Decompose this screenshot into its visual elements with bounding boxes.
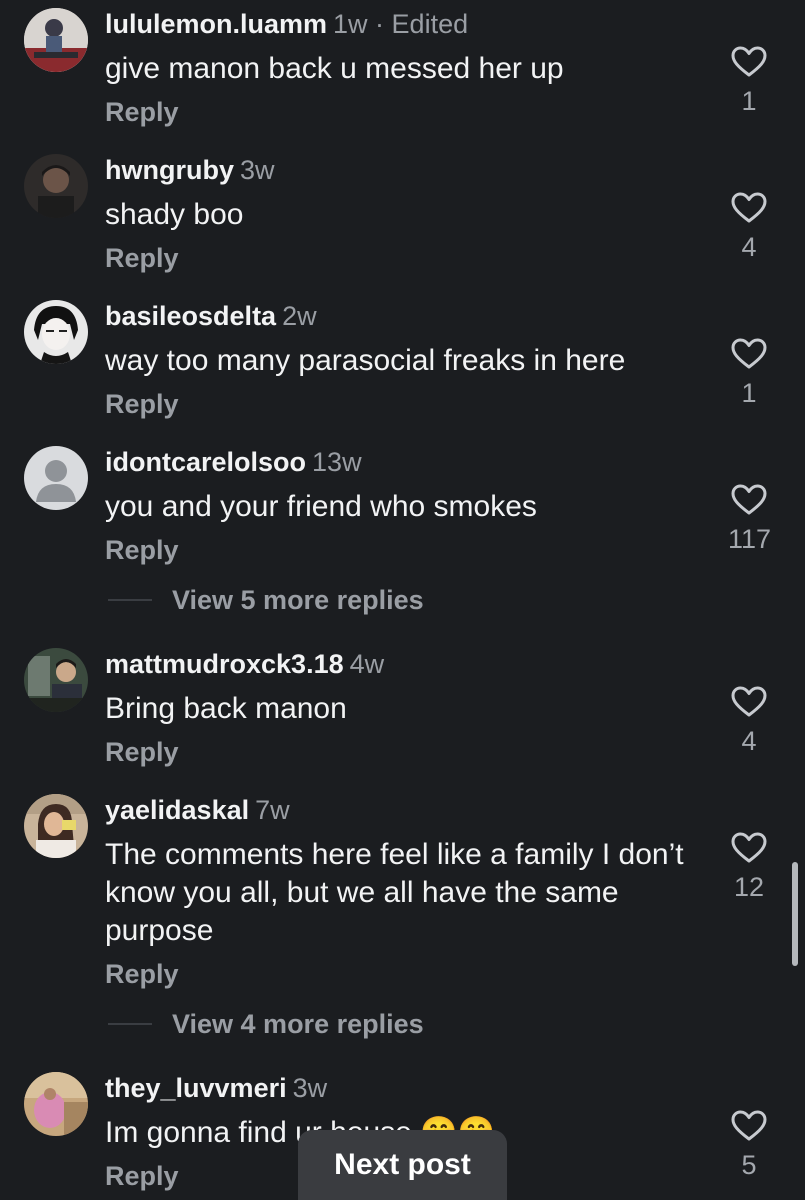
like-count: 1 [741, 86, 757, 116]
username[interactable]: hwngruby [105, 155, 234, 185]
divider [108, 1023, 152, 1025]
view-more-replies-button[interactable]: View 5 more replies [108, 582, 424, 618]
like-button[interactable]: 117 [728, 484, 772, 554]
timestamp: 2w [282, 301, 317, 331]
username[interactable]: mattmudroxck3.18 [105, 649, 344, 679]
username[interactable]: they_luvvmeri [105, 1073, 287, 1103]
like-count: 12 [733, 872, 765, 902]
default-avatar-icon[interactable] [24, 446, 88, 510]
username[interactable]: idontcarelolsoo [105, 447, 306, 477]
comment-meta: hwngruby 3w [105, 154, 275, 186]
comment-text: Bring back manon [105, 692, 347, 725]
edited-label: · Edited [367, 9, 469, 39]
like-count: 5 [741, 1150, 757, 1180]
reply-button[interactable]: Reply [105, 1160, 179, 1192]
timestamp: 3w [240, 155, 275, 185]
heart-outline-icon [731, 46, 767, 77]
view-more-replies-button[interactable]: View 4 more replies [108, 1006, 424, 1042]
like-button[interactable]: 1 [728, 46, 770, 116]
comment-text: you and your friend who smokes [105, 490, 537, 523]
divider [108, 599, 152, 601]
like-count: 117 [728, 524, 772, 554]
next-post-button[interactable]: Next post [298, 1130, 507, 1200]
timestamp: 4w [349, 649, 385, 679]
view-more-label: View 5 more replies [172, 584, 424, 615]
like-button[interactable]: 4 [728, 192, 770, 262]
comment-meta: basileosdelta 2w [105, 300, 317, 332]
heart-outline-icon [731, 338, 767, 369]
like-count: 4 [741, 232, 757, 262]
comment-meta: lululemon.luamm 1w · Edited [105, 8, 468, 40]
comment-text: way too many parasocial freaks in here [105, 344, 626, 377]
reply-button[interactable]: Reply [105, 958, 179, 990]
heart-outline-icon [731, 686, 767, 717]
avatar[interactable] [24, 8, 88, 72]
timestamp: 13w [312, 447, 362, 477]
avatar[interactable] [24, 1072, 88, 1136]
scrollbar[interactable] [792, 862, 798, 966]
comment-meta: they_luvvmeri 3w [105, 1072, 327, 1104]
like-button[interactable]: 12 [728, 832, 770, 902]
comment-text: give manon back u messed her up [105, 52, 564, 85]
avatar[interactable] [24, 154, 88, 218]
heart-outline-icon [731, 1110, 767, 1141]
username[interactable]: lululemon.luamm [105, 9, 327, 39]
reply-button[interactable]: Reply [105, 388, 179, 420]
avatar[interactable] [24, 300, 88, 364]
comment-meta: idontcarelolsoo 13w [105, 446, 362, 478]
like-count: 1 [741, 378, 757, 408]
view-more-label: View 4 more replies [172, 1008, 424, 1039]
avatar[interactable] [24, 648, 88, 712]
reply-button[interactable]: Reply [105, 534, 179, 566]
like-button[interactable]: 4 [728, 686, 770, 756]
heart-outline-icon [731, 832, 767, 863]
comment-text: shady boo [105, 198, 244, 231]
comment-meta: mattmudroxck3.18 4w [105, 648, 384, 680]
heart-outline-icon [731, 484, 767, 515]
username[interactable]: yaelidaskal [105, 795, 249, 825]
timestamp: 1w [333, 9, 368, 39]
reply-button[interactable]: Reply [105, 242, 179, 274]
timestamp: 7w [255, 795, 290, 825]
like-count: 4 [741, 726, 757, 756]
like-button[interactable]: 1 [728, 338, 770, 408]
reply-button[interactable]: Reply [105, 96, 179, 128]
comment-meta: yaelidaskal 7w [105, 794, 290, 826]
reply-button[interactable]: Reply [105, 736, 179, 768]
timestamp: 3w [292, 1073, 328, 1103]
heart-outline-icon [731, 192, 767, 223]
comment-text: The comments here feel like a family I d… [105, 838, 684, 947]
like-button[interactable]: 5 [728, 1110, 770, 1180]
username[interactable]: basileosdelta [105, 301, 276, 331]
avatar[interactable] [24, 794, 88, 858]
